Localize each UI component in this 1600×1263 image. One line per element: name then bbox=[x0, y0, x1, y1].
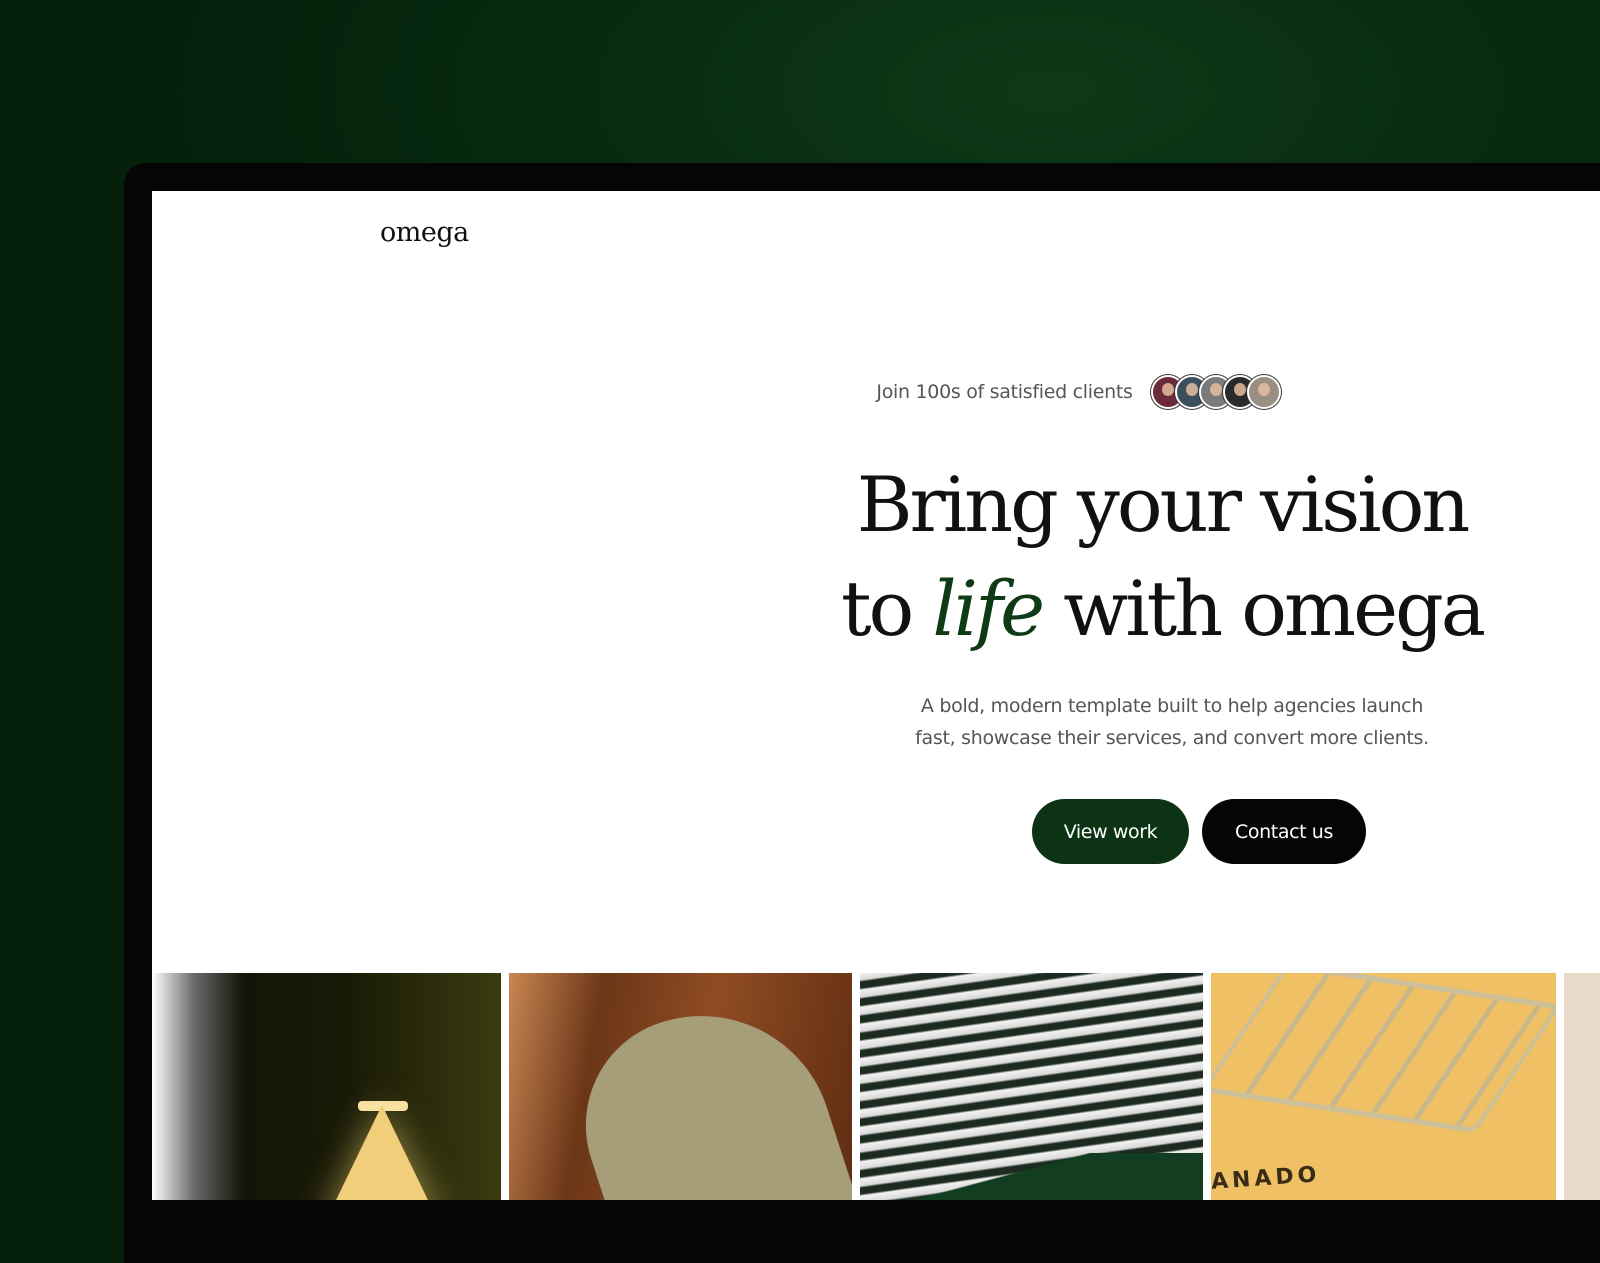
fabric-shape bbox=[557, 981, 852, 1200]
omega-logo[interactable]: omega bbox=[380, 217, 469, 248]
headline-line-1: Bring your vision bbox=[856, 460, 1471, 549]
social-proof: Join 100s of satisfied clients bbox=[152, 375, 1600, 409]
client-avatar-5 bbox=[1246, 375, 1281, 409]
gallery-lamp-image[interactable] bbox=[152, 973, 501, 1200]
hero-actions: View work Contact us bbox=[1032, 799, 1366, 864]
lamp-shade bbox=[324, 1105, 440, 1200]
client-avatars bbox=[1150, 375, 1281, 409]
image-gallery: ANADO bbox=[152, 973, 1600, 1200]
gallery-grille-image[interactable] bbox=[860, 973, 1203, 1200]
contact-us-button[interactable]: Contact us bbox=[1202, 799, 1366, 864]
gallery-fabric-image[interactable] bbox=[509, 973, 852, 1200]
roof-rack-shape bbox=[1211, 973, 1556, 1134]
hero-headline: Bring your vision to life with omega bbox=[712, 453, 1600, 661]
headline-to: to bbox=[840, 564, 914, 653]
headline-rest: with omega bbox=[1063, 564, 1486, 653]
grille-base bbox=[860, 1153, 1203, 1200]
gallery-partial-image[interactable] bbox=[1564, 973, 1600, 1200]
vehicle-lettering: ANADO bbox=[1211, 1162, 1322, 1195]
hero-description: A bold, modern template built to help ag… bbox=[915, 695, 1429, 749]
website-screen: omega Join 100s of satisfied clients Bri… bbox=[152, 191, 1600, 1200]
headline-accent: life bbox=[932, 564, 1045, 653]
view-work-button[interactable]: View work bbox=[1032, 799, 1189, 864]
social-proof-text: Join 100s of satisfied clients bbox=[876, 381, 1133, 403]
gallery-roof-rack-image[interactable]: ANADO bbox=[1211, 973, 1556, 1200]
